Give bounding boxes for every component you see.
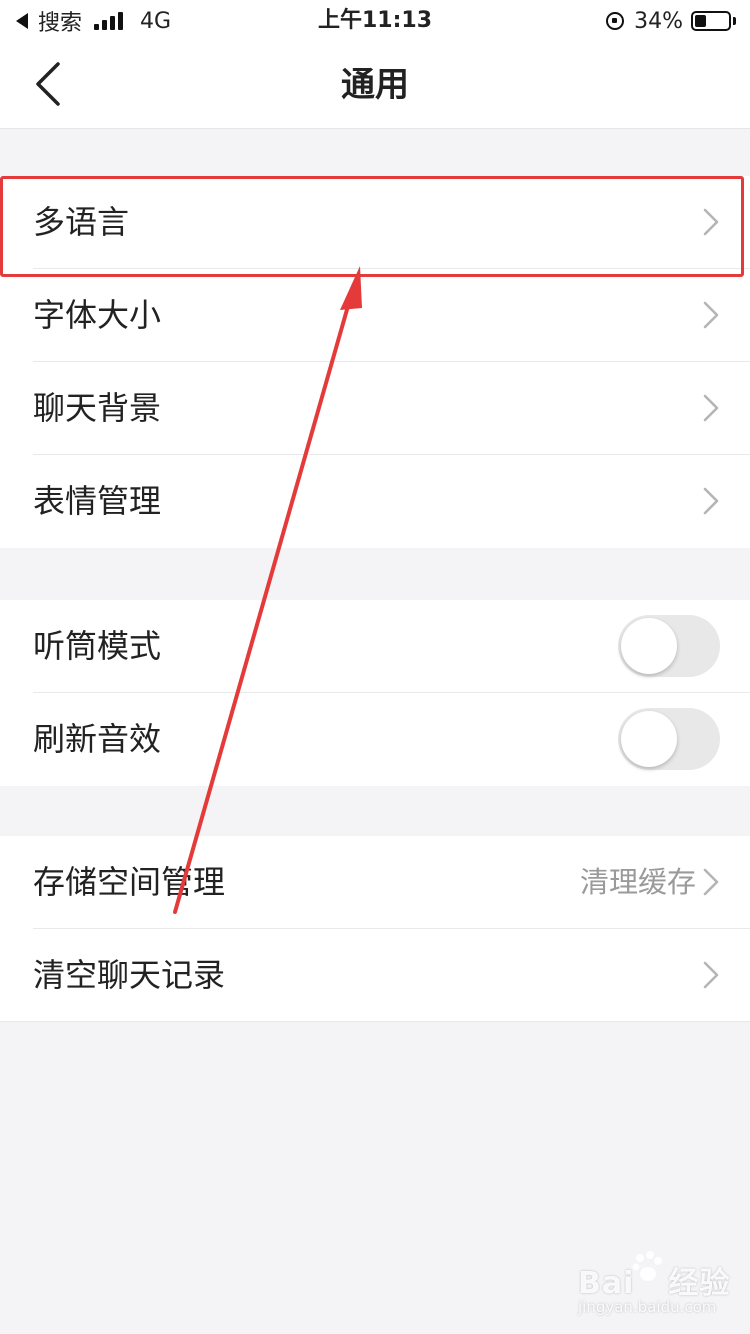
- refresh-sound-toggle[interactable]: [618, 708, 720, 770]
- settings-row-earpiece-mode: 听筒模式: [0, 600, 750, 693]
- row-label: 多语言: [33, 203, 130, 241]
- battery-percent: 34%: [634, 8, 683, 34]
- signal-icon: [94, 12, 126, 30]
- clear-cache-label: 清理缓存: [579, 865, 696, 899]
- settings-row-language[interactable]: 多语言: [0, 176, 750, 269]
- chevron-left-icon[interactable]: [30, 60, 70, 108]
- battery-fill: [695, 15, 706, 27]
- settings-group-sound: 听筒模式 刷新音效: [0, 600, 750, 786]
- rotation-lock-icon: [606, 12, 625, 30]
- chevron-right-icon: [703, 868, 719, 896]
- chevron-right-icon: [703, 487, 719, 515]
- settings-row-clear-chat-history[interactable]: 清空聊天记录: [0, 929, 750, 1022]
- row-divider: [0, 1021, 750, 1022]
- status-right: 34%: [606, 6, 736, 36]
- settings-row-chat-background[interactable]: 聊天背景: [0, 362, 750, 455]
- toggle-knob: [621, 711, 677, 767]
- toggle-knob: [621, 618, 677, 674]
- row-label: 聊天背景: [33, 389, 162, 427]
- settings-row-storage-management[interactable]: 存储空间管理 清理缓存: [0, 836, 750, 929]
- row-label: 字体大小: [33, 296, 162, 334]
- status-bar: 搜索 4G 上午11:13 34%: [0, 0, 750, 42]
- baidu-watermark: Bai 经验 jingyan.baidu.com: [570, 1251, 740, 1324]
- status-left[interactable]: 搜索 4G: [16, 6, 171, 36]
- chevron-right-icon: [703, 961, 719, 989]
- chevron-right-icon: [703, 208, 719, 236]
- chevron-right-icon: [703, 394, 719, 422]
- battery-icon: [691, 11, 731, 31]
- earpiece-mode-toggle[interactable]: [618, 615, 720, 677]
- row-label: 清空聊天记录: [33, 956, 226, 994]
- row-label: 表情管理: [33, 482, 162, 520]
- row-label: 存储空间管理: [33, 863, 226, 901]
- back-to-app-icon: [16, 13, 28, 29]
- nav-bar: 通用: [0, 42, 750, 129]
- paw-icon: [632, 1251, 662, 1281]
- settings-row-refresh-sound: 刷新音效: [0, 693, 750, 786]
- network-label: 4G: [140, 8, 172, 34]
- row-label: 刷新音效: [33, 720, 162, 758]
- back-app-label: 搜索: [38, 11, 83, 36]
- battery-tip: [733, 17, 736, 25]
- chevron-right-icon: [703, 301, 719, 329]
- page-title: 通用: [341, 65, 409, 105]
- row-label: 听筒模式: [33, 627, 162, 665]
- settings-group-storage: 存储空间管理 清理缓存 清空聊天记录: [0, 836, 750, 1022]
- watermark-url: jingyan.baidu.com: [578, 1298, 717, 1316]
- settings-row-sticker-management[interactable]: 表情管理: [0, 455, 750, 548]
- settings-group-display: 多语言 字体大小 聊天背景 表情管理: [0, 176, 750, 548]
- settings-row-font-size[interactable]: 字体大小: [0, 269, 750, 362]
